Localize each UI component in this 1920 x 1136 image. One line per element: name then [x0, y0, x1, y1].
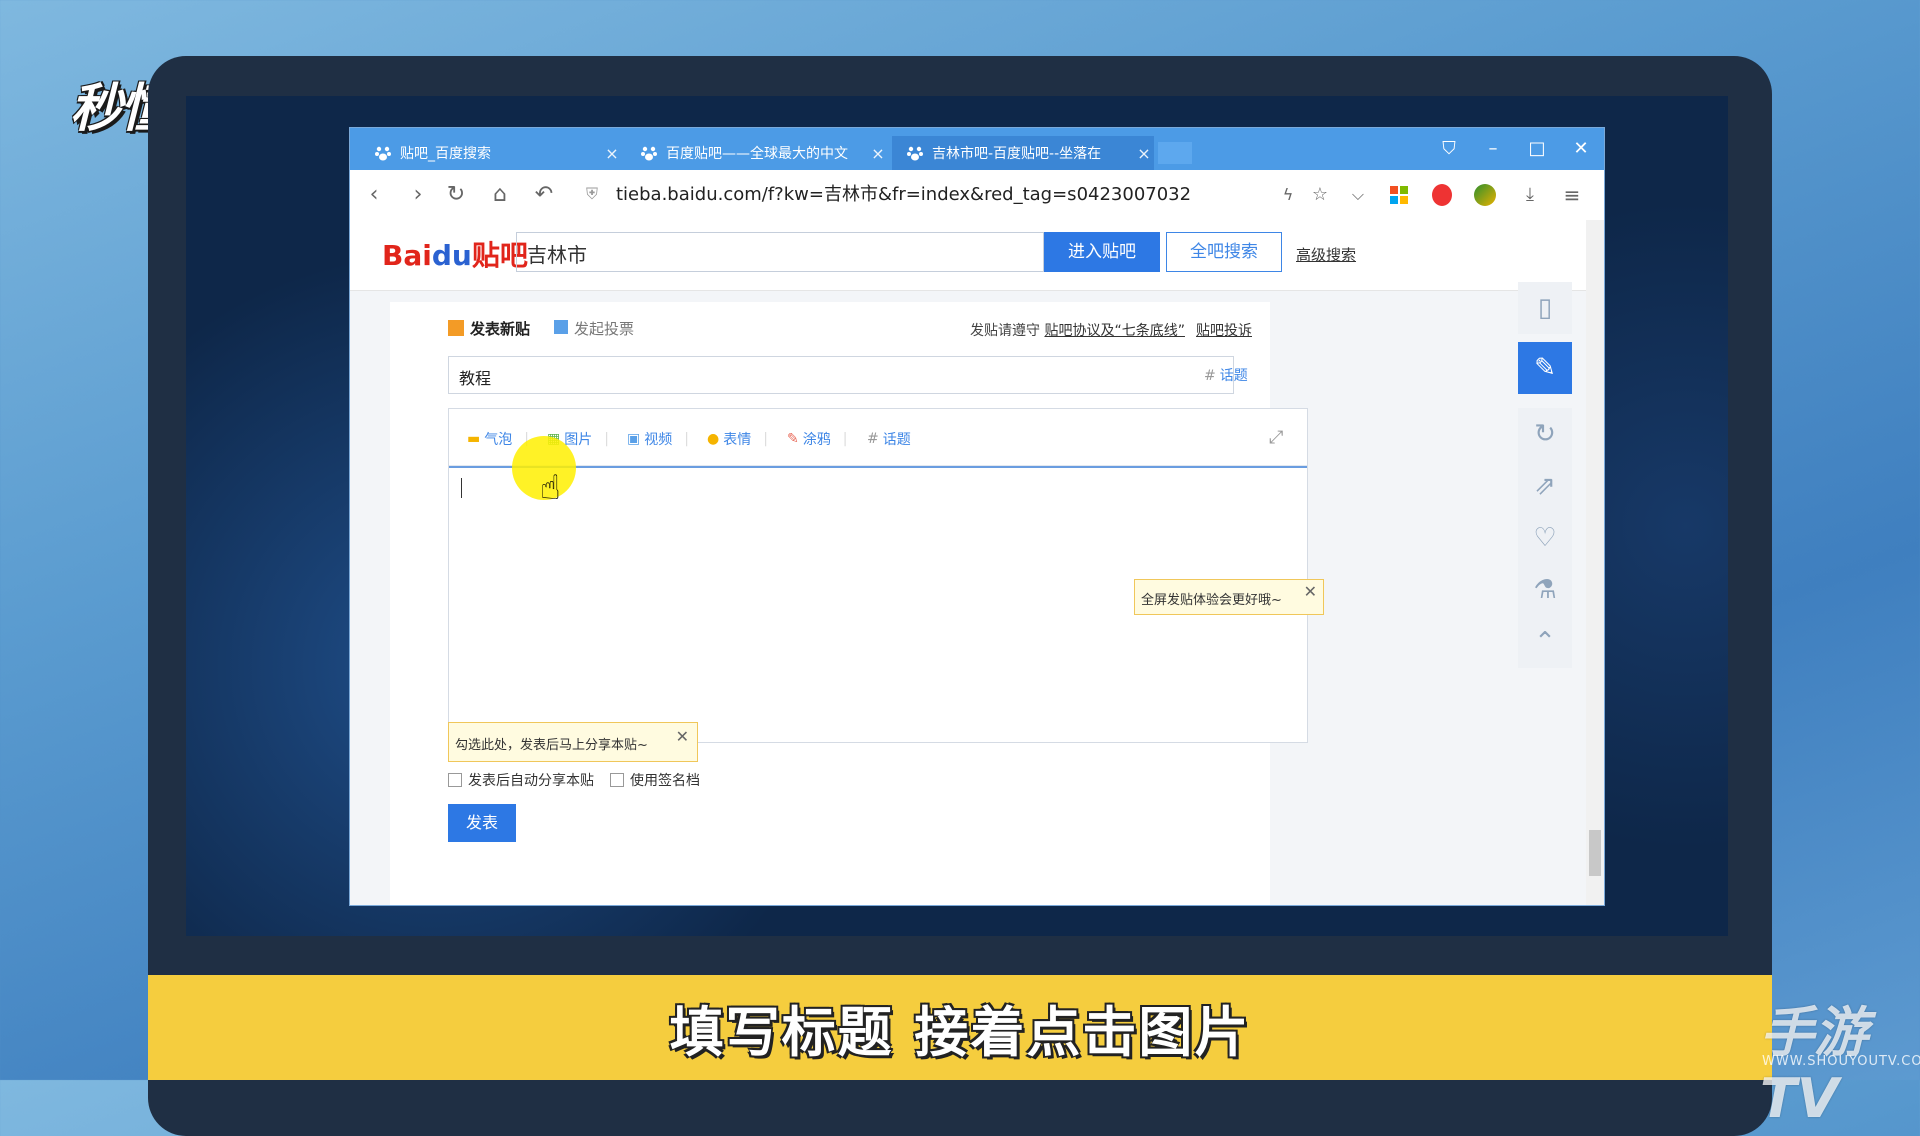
new-tab-button[interactable]: [1158, 142, 1192, 164]
tab-tieba-home[interactable]: 百度贴吧——全球最大的中文 ×: [626, 136, 888, 170]
checkbox[interactable]: [448, 773, 462, 787]
browser-titlebar: 贴吧_百度搜索 × 百度贴吧——全球最大的中文 × 吉林市吧-百度贴吧--坐落在…: [350, 128, 1604, 170]
forward-icon[interactable]: ›: [404, 181, 432, 209]
tool-video[interactable]: ▣ 视频: [627, 429, 689, 449]
star-icon[interactable]: ☆: [1306, 181, 1334, 209]
page-scrollbar[interactable]: [1586, 220, 1604, 905]
tab-label: 百度贴吧——全球最大的中文: [666, 146, 848, 162]
editor-toolbar: ▬气泡 ▦图片 ▣视频 ●表情 ✎涂鸦 #话题 ⤢: [449, 409, 1307, 466]
baidu-tieba-logo[interactable]: Baidu贴吧: [382, 234, 528, 274]
flash-icon[interactable]: ϟ: [1274, 181, 1302, 209]
compose-icon[interactable]: ✎: [1518, 342, 1572, 394]
report-link[interactable]: 贴吧投诉: [1196, 320, 1252, 340]
share-icon[interactable]: ⇗: [1518, 460, 1572, 512]
rules-link[interactable]: 贴吧协议及“七条底线”: [1044, 323, 1185, 339]
browser-window: 贴吧_百度搜索 × 百度贴吧——全球最大的中文 × 吉林市吧-百度贴吧--坐落在…: [350, 128, 1604, 905]
close-icon[interactable]: ✕: [1304, 582, 1317, 601]
hash-icon: #: [1204, 368, 1216, 384]
new-post-tab[interactable]: 发表新贴: [470, 318, 530, 339]
rules-text: 发贴请遵守 贴吧协议及“七条底线”: [970, 323, 1185, 339]
edit-icon: [448, 320, 464, 336]
close-icon[interactable]: ×: [868, 144, 888, 163]
search-all-button[interactable]: 全吧搜索: [1166, 232, 1282, 272]
start-vote-tab[interactable]: 发起投票: [574, 318, 634, 339]
back-to-top-icon[interactable]: ⌃: [1518, 616, 1572, 668]
home-icon[interactable]: ⌂: [486, 181, 514, 209]
tool-topic[interactable]: # 话题: [867, 429, 911, 449]
vote-icon: [554, 320, 568, 334]
undo-icon[interactable]: ↶: [530, 181, 558, 209]
subtitle-caption: 填写标题 接着点击图片: [669, 1001, 1251, 1064]
fullscreen-tip: 全屏发贴体验会更好哦~ ✕: [1134, 579, 1324, 615]
menu-icon[interactable]: ≡: [1558, 181, 1586, 209]
close-icon[interactable]: ×: [602, 144, 622, 163]
browser-toolbar: ‹ › ↻ ⌂ ↶ ⛨ tieba.baidu.com/f?kw=吉林市&fr=…: [350, 170, 1604, 221]
back-icon[interactable]: ‹: [360, 181, 388, 209]
tab-label: 贴吧_百度搜索: [400, 146, 491, 162]
apps-icon[interactable]: [1390, 186, 1408, 204]
enter-bar-button[interactable]: 进入贴吧: [1044, 232, 1160, 272]
fullscreen-icon[interactable]: ⤢: [1269, 427, 1283, 448]
maximize-icon[interactable]: □: [1522, 136, 1552, 162]
right-side-toolbar: ▯ ✎ ↻ ⇗ ♡ ⚗ ⌃: [1518, 282, 1572, 702]
text-caret: [461, 478, 462, 498]
bar-search-input[interactable]: 吉林市: [516, 232, 1044, 272]
tab-jilin-bar[interactable]: 吉林市吧-百度贴吧--坐落在 ×: [892, 136, 1154, 170]
chevron-down-icon[interactable]: ⌵: [1344, 181, 1372, 209]
doodle-icon: ✎: [787, 431, 799, 447]
post-editor: ▬气泡 ▦图片 ▣视频 ●表情 ✎涂鸦 #话题 ⤢ 全屏发贴体验会更好哦~✕: [448, 408, 1324, 743]
paw-icon: [640, 144, 658, 162]
extension-icon[interactable]: [1432, 184, 1452, 206]
bubble-icon: ▬: [467, 431, 481, 447]
emoji-icon: ●: [707, 431, 720, 447]
download-app-icon[interactable]: ▯: [1518, 282, 1572, 334]
topic-button[interactable]: # 话题: [1204, 365, 1248, 385]
close-icon[interactable]: ×: [1134, 144, 1154, 163]
watermark-right-url: WWW.SHOUYOUTV.COM: [1762, 1054, 1920, 1069]
submit-post-button[interactable]: 发表: [448, 804, 516, 842]
share-tip: 勾选此处，发表后马上分享本贴~ ✕: [448, 722, 698, 762]
tieba-page: Baidu贴吧 吉林市 进入贴吧 全吧搜索 高级搜索 发表新贴 发起投票 发贴请…: [350, 220, 1586, 905]
skin-icon[interactable]: ⛉: [1434, 136, 1464, 162]
post-title-input[interactable]: 教程: [448, 356, 1234, 394]
paw-icon: [374, 144, 392, 162]
tab-label: 吉林市吧-百度贴吧--坐落在: [932, 146, 1102, 162]
tool-doodle[interactable]: ✎ 涂鸦: [787, 429, 847, 449]
close-window-icon[interactable]: ✕: [1566, 136, 1596, 162]
reload-icon[interactable]: ↻: [442, 181, 470, 209]
checkbox[interactable]: [610, 773, 624, 787]
mouse-cursor-icon: ☝: [540, 468, 561, 508]
tab-search[interactable]: 贴吧_百度搜索 ×: [360, 136, 622, 170]
advanced-search-link[interactable]: 高级搜索: [1296, 244, 1356, 265]
post-panel: 发表新贴 发起投票 发贴请遵守 贴吧协议及“七条底线” 贴吧投诉 教程 # 话题 …: [390, 302, 1324, 905]
shield-icon: ⛨: [586, 184, 599, 203]
refresh-icon[interactable]: ↻: [1518, 408, 1572, 460]
video-icon: ▣: [627, 431, 641, 447]
flask-icon[interactable]: ⚗: [1518, 564, 1572, 616]
heart-icon[interactable]: ♡: [1518, 512, 1572, 564]
scroll-thumb[interactable]: [1589, 830, 1601, 876]
download-icon[interactable]: ⤓: [1516, 181, 1544, 209]
close-icon[interactable]: ✕: [676, 727, 689, 746]
tool-emoji[interactable]: ● 表情: [707, 429, 768, 449]
globe-icon[interactable]: [1474, 184, 1496, 206]
hash-icon: #: [867, 431, 879, 447]
tieba-header: Baidu贴吧 吉林市 进入贴吧 全吧搜索 高级搜索: [350, 220, 1586, 291]
checkbox-share[interactable]: 发表后自动分享本贴: [448, 770, 594, 790]
address-bar[interactable]: tieba.baidu.com/f?kw=吉林市&fr=index&red_ta…: [616, 183, 1191, 207]
paw-icon: [906, 144, 924, 162]
minimize-icon[interactable]: –: [1478, 136, 1508, 162]
checkbox-signature[interactable]: 使用签名档: [610, 770, 700, 790]
